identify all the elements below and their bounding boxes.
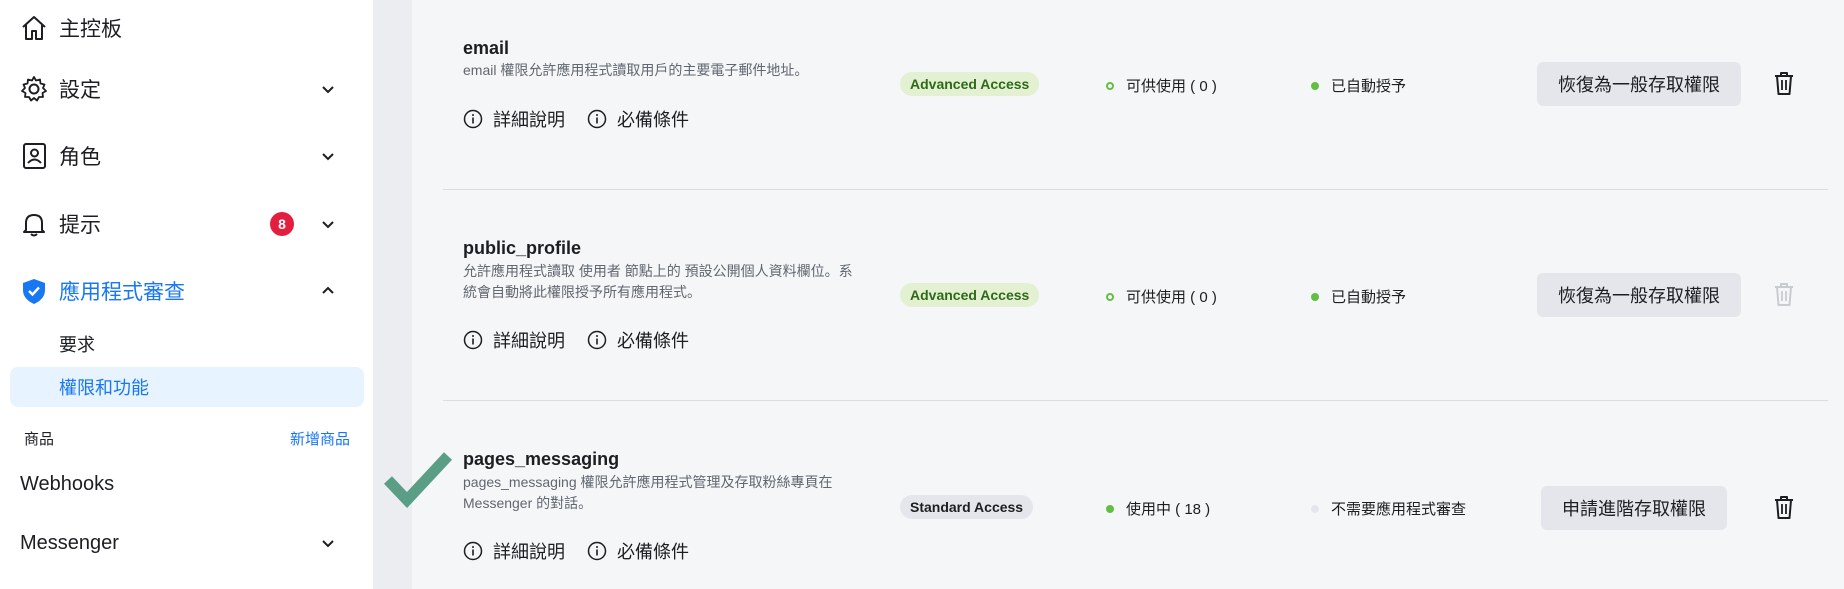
details-label: 詳細說明 [493, 331, 565, 351]
permission-name: pages_messaging [463, 449, 620, 469]
requirements-label: 必備條件 [617, 542, 689, 562]
access-level-badge: Advanced Access [900, 72, 1040, 96]
permission-name: email [463, 38, 510, 58]
sidebar-subitem-requests[interactable]: 要求 [10, 324, 364, 364]
review-status-text: 已自動授予 [1331, 289, 1407, 306]
revert-standard-access-button[interactable]: 恢復為一般存取權限 [1537, 273, 1741, 317]
trash-icon[interactable] [1772, 494, 1796, 520]
permission-description: email 權限允許應用程式讀取用戶的主要電子郵件地址。 [463, 62, 809, 78]
products-header: 商品 [24, 431, 55, 448]
review-status: 已自動授予 [1311, 286, 1406, 307]
review-status-text: 已自動授予 [1331, 78, 1407, 95]
details-label: 詳細說明 [493, 110, 565, 130]
trash-icon [1775, 283, 1793, 306]
notification-badge: 8 [270, 212, 294, 236]
checkmark-icon [384, 452, 453, 508]
info-icon [587, 330, 607, 350]
gear-icon [18, 73, 50, 105]
permission-links: 詳細說明 必備條件 [463, 538, 711, 564]
permission-description: 允許應用程式讀取 使用者 節點上的 預設公開個人資料欄位。系統會自動將此權限授予… [463, 263, 853, 300]
permission-links: 詳細說明 必備條件 [463, 106, 711, 132]
sidebar-item-roles[interactable]: 角色 [0, 128, 373, 184]
request-advanced-access-button[interactable]: 申請進階存取權限 [1541, 486, 1727, 530]
permission-name: public_profile [463, 238, 582, 258]
status-dot [1311, 292, 1319, 301]
info-icon [463, 541, 483, 561]
info-icon [587, 541, 607, 561]
chevron-down-icon [317, 145, 339, 167]
requirements-label: 必備條件 [617, 331, 689, 351]
trash-icon[interactable] [1772, 70, 1796, 96]
chevron-up-icon [317, 280, 339, 302]
review-status-text: 不需要應用程式審查 [1331, 501, 1467, 518]
sidebar-item-messenger[interactable]: Messenger [0, 515, 373, 571]
status-dot [1311, 81, 1319, 90]
info-icon [463, 330, 483, 350]
requirements-label: 必備條件 [617, 110, 689, 130]
sidebar-item-app-review[interactable]: 應用程式審查 [0, 263, 373, 319]
usage-status: 可供使用 ( 0 ) [1106, 75, 1217, 96]
review-status: 不需要應用程式審查 [1311, 498, 1466, 519]
usage-status: 可供使用 ( 0 ) [1106, 286, 1217, 307]
row-divider [443, 400, 1828, 401]
chevron-down-icon [317, 213, 339, 235]
access-level-badge: Standard Access [900, 495, 1034, 519]
info-icon [463, 109, 483, 129]
sidebar-item-label: 提示 [59, 214, 101, 237]
sidebar-item-label: 角色 [59, 146, 101, 169]
sidebar-item-settings[interactable]: 設定 [0, 61, 373, 117]
status-dot [1106, 504, 1114, 513]
info-icon [587, 109, 607, 129]
permission-description: pages_messaging 權限允許應用程式管理及存取粉絲專頁在 Messe… [463, 474, 833, 511]
bell-icon [18, 208, 50, 240]
sidebar-item-label: Messenger [20, 531, 119, 554]
sidebar-item-label: 設定 [59, 79, 101, 102]
status-dot [1106, 292, 1114, 301]
person-id-icon [18, 140, 50, 172]
sidebar-item-webhooks[interactable]: Webhooks [20, 473, 114, 496]
sidebar-item-dashboard[interactable]: 主控板 [0, 0, 373, 56]
details-link[interactable]: 詳細說明 [463, 538, 565, 564]
requirements-link[interactable]: 必備條件 [587, 327, 689, 353]
add-product-link[interactable]: 新增商品 [290, 428, 350, 449]
shield-check-icon [18, 275, 50, 307]
row-divider [443, 189, 1828, 190]
chevron-down-icon [317, 532, 339, 554]
home-icon [18, 12, 50, 44]
details-label: 詳細說明 [493, 542, 565, 562]
details-link[interactable]: 詳細說明 [463, 327, 565, 353]
requirements-link[interactable]: 必備條件 [587, 106, 689, 132]
usage-status: 使用中 ( 18 ) [1106, 498, 1210, 519]
chevron-down-icon [317, 78, 339, 100]
requirements-link[interactable]: 必備條件 [587, 538, 689, 564]
sidebar-item-label: 應用程式審查 [59, 281, 185, 304]
access-level-badge: Advanced Access [900, 283, 1040, 307]
permission-links: 詳細說明 必備條件 [463, 327, 711, 353]
usage-status-text: 可供使用 ( 0 ) [1126, 78, 1217, 95]
usage-status-text: 可供使用 ( 0 ) [1126, 289, 1217, 306]
sidebar-item-alerts[interactable]: 提示 8 [0, 196, 373, 252]
sidebar-subitem-permissions-features[interactable]: 權限和功能 [10, 367, 364, 407]
status-dot [1106, 81, 1114, 90]
revert-standard-access-button[interactable]: 恢復為一般存取權限 [1537, 62, 1741, 106]
review-status: 已自動授予 [1311, 75, 1406, 96]
sidebar: 主控板 設定 角色 提示 8 應用程式審查 要求 權限和功能 商品 新增商品 W… [0, 0, 373, 589]
sidebar-item-label: 主控板 [59, 18, 122, 41]
details-link[interactable]: 詳細說明 [463, 106, 565, 132]
status-dot [1311, 504, 1319, 513]
usage-status-text: 使用中 ( 18 ) [1126, 501, 1211, 518]
